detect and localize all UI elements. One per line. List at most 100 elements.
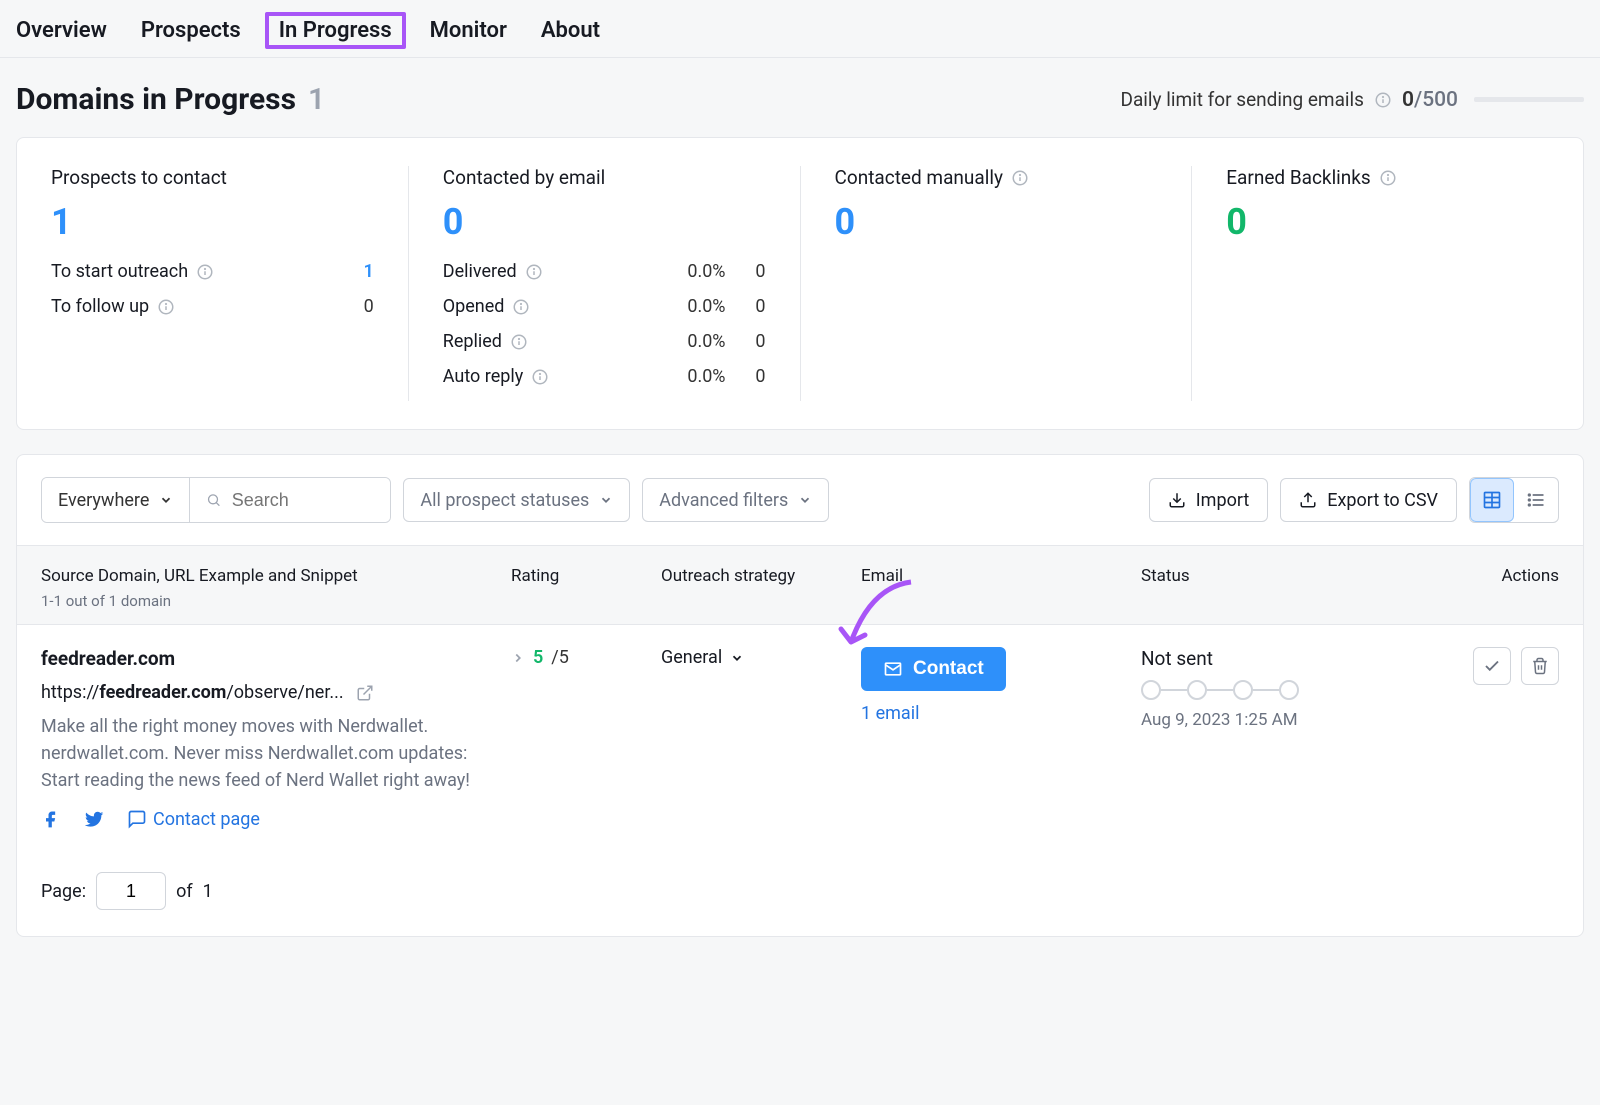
col-email-label: Email (861, 566, 1141, 610)
col-status-label: Status (1141, 566, 1381, 610)
scope-dropdown[interactable]: Everywhere (42, 478, 190, 522)
table-row: feedreader.com https://feedreader.com/ob… (17, 625, 1583, 860)
contact-button[interactable]: Contact (861, 647, 1006, 691)
stat-email: Contacted by email 0 Delivered 0.0% 0 Op… (409, 166, 801, 401)
download-icon (1168, 491, 1186, 509)
view-list-button[interactable] (1514, 478, 1558, 522)
row-rating[interactable]: 5/5 (511, 647, 661, 668)
tab-monitor[interactable]: Monitor (430, 18, 507, 43)
page-header: Domains in Progress 1 Daily limit for se… (0, 58, 1600, 137)
row-email-count[interactable]: 1 email (861, 703, 1141, 724)
info-icon[interactable] (1011, 169, 1029, 187)
info-icon[interactable] (510, 333, 528, 351)
approve-button[interactable] (1473, 647, 1511, 685)
info-icon[interactable] (512, 298, 530, 316)
stat-row-label: Opened (443, 296, 505, 317)
import-button[interactable]: Import (1149, 478, 1268, 522)
stat-email-label: Contacted by email (443, 166, 606, 189)
twitter-icon[interactable] (83, 808, 105, 830)
chevron-right-icon (511, 651, 525, 665)
stats-card: Prospects to contact 1 To start outreach… (16, 137, 1584, 430)
stat-row-pct: 0.0% (656, 366, 726, 387)
chevron-down-icon (730, 651, 744, 665)
pagination-input[interactable] (96, 872, 166, 910)
tab-prospects[interactable]: Prospects (141, 18, 241, 43)
contact-page-link[interactable]: Contact page (127, 809, 260, 830)
stat-backlinks-label: Earned Backlinks (1226, 166, 1371, 189)
info-icon[interactable] (196, 263, 214, 281)
col-actions-label: Actions (1381, 566, 1559, 610)
stat-row-label: Delivered (443, 261, 517, 282)
row-status: Not sent (1141, 647, 1381, 670)
chevron-down-icon (798, 493, 812, 507)
table-card: Everywhere All prospect statuses Advance… (16, 454, 1584, 937)
stat-row-count: 0 (726, 261, 766, 282)
stat-manual-value: 0 (835, 201, 1158, 243)
stat-backlinks: Earned Backlinks 0 (1192, 166, 1583, 401)
stat-row-count: 0 (726, 331, 766, 352)
stat-row-label: To follow up (51, 296, 149, 317)
stat-row-count: 0 (726, 296, 766, 317)
stat-row-pct: 0.0% (656, 296, 726, 317)
page-title-count: 1 (308, 82, 325, 117)
col-rating-label: Rating (511, 566, 661, 610)
mail-icon (883, 659, 903, 679)
col-strategy-label: Outreach strategy (661, 566, 861, 610)
row-strategy-dropdown[interactable]: General (661, 647, 861, 668)
pagination-label: Page: (41, 881, 86, 902)
table-icon (1482, 490, 1502, 510)
check-icon (1483, 657, 1501, 675)
col-domain-sub: 1-1 out of 1 domain (41, 592, 511, 610)
stat-prospects-value: 1 (51, 201, 374, 243)
main-tabs: Overview Prospects In Progress Monitor A… (0, 0, 1600, 58)
search-icon (206, 491, 221, 509)
tab-about[interactable]: About (541, 18, 600, 43)
col-domain-label: Source Domain, URL Example and Snippet (41, 566, 511, 586)
search-field[interactable] (232, 490, 375, 511)
daily-limit: Daily limit for sending emails 0/500 (1120, 88, 1584, 112)
daily-limit-bar (1474, 97, 1584, 102)
stat-prospects: Prospects to contact 1 To start outreach… (17, 166, 409, 401)
info-icon[interactable] (1374, 91, 1392, 109)
stat-row-count: 1 (334, 261, 374, 282)
stat-manual: Contacted manually 0 (801, 166, 1193, 401)
stat-backlinks-value: 0 (1226, 201, 1549, 243)
info-icon[interactable] (157, 298, 175, 316)
info-icon[interactable] (525, 263, 543, 281)
list-icon (1526, 490, 1546, 510)
page-title: Domains in Progress 1 (16, 82, 325, 117)
export-button[interactable]: Export to CSV (1280, 478, 1457, 522)
page-title-text: Domains in Progress (16, 82, 296, 117)
info-icon[interactable] (531, 368, 549, 386)
stat-row-label: To start outreach (51, 261, 188, 282)
chevron-down-icon (599, 493, 613, 507)
message-icon (127, 809, 147, 829)
daily-limit-value: 0/500 (1402, 88, 1458, 112)
row-status-steps (1141, 680, 1381, 700)
pagination-total: 1 (203, 881, 213, 902)
search-input[interactable] (190, 478, 390, 522)
stat-prospects-label: Prospects to contact (51, 166, 227, 189)
stat-row-count: 0 (334, 296, 374, 317)
external-link-icon[interactable] (356, 684, 374, 702)
table-header: Source Domain, URL Example and Snippet 1… (17, 545, 1583, 625)
pagination-of: of (176, 881, 193, 902)
stat-row-count: 0 (726, 366, 766, 387)
table-toolbar: Everywhere All prospect statuses Advance… (17, 455, 1583, 545)
facebook-icon[interactable] (41, 809, 61, 829)
status-filter-dropdown[interactable]: All prospect statuses (403, 478, 630, 522)
tab-overview[interactable]: Overview (16, 18, 107, 43)
info-icon[interactable] (1379, 169, 1397, 187)
view-toggle (1469, 477, 1559, 523)
row-url[interactable]: https://feedreader.com/observe/ner... (41, 682, 511, 703)
row-domain[interactable]: feedreader.com (41, 647, 511, 670)
row-snippet: Make all the right money moves with Nerd… (41, 713, 481, 794)
stat-row-pct: 0.0% (656, 261, 726, 282)
view-table-button[interactable] (1470, 478, 1514, 522)
stat-row-label: Auto reply (443, 366, 524, 387)
tab-in-progress[interactable]: In Progress (265, 12, 406, 49)
row-status-date: Aug 9, 2023 1:25 AM (1141, 710, 1381, 730)
delete-button[interactable] (1521, 647, 1559, 685)
advanced-filters-dropdown[interactable]: Advanced filters (642, 478, 829, 522)
stat-manual-label: Contacted manually (835, 166, 1003, 189)
